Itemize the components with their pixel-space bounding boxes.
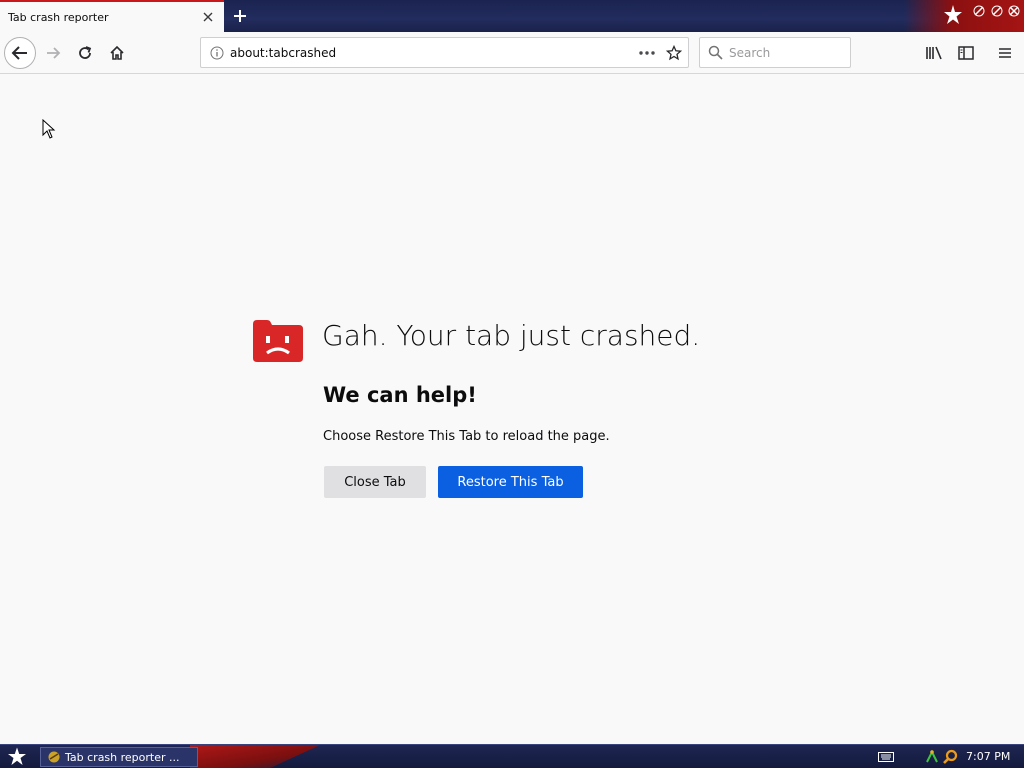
forward-button[interactable] bbox=[37, 37, 69, 69]
tab-title: Tab crash reporter bbox=[8, 10, 109, 24]
mouse-cursor-icon bbox=[42, 119, 56, 139]
help-description: Choose Restore This Tab to reload the pa… bbox=[323, 429, 610, 444]
menu-icon bbox=[999, 48, 1011, 58]
search-icon bbox=[708, 45, 723, 60]
info-icon[interactable] bbox=[210, 46, 224, 60]
tab-strip: Tab crash reporter bbox=[0, 0, 1024, 32]
sidebar-button[interactable] bbox=[950, 37, 982, 69]
start-star-icon[interactable] bbox=[6, 747, 28, 767]
search-input[interactable]: Search bbox=[729, 46, 770, 60]
url-text[interactable]: about:tabcrashed bbox=[230, 46, 638, 60]
reload-button[interactable] bbox=[69, 37, 101, 69]
sad-tab-icon bbox=[253, 320, 303, 362]
bookmark-star-icon[interactable] bbox=[666, 44, 682, 61]
page-title: Gah. Your tab just crashed. bbox=[322, 319, 701, 352]
window-close-icon[interactable] bbox=[1007, 4, 1021, 18]
maximize-icon[interactable] bbox=[990, 4, 1004, 18]
taskbar-decoration bbox=[190, 745, 320, 768]
library-icon bbox=[926, 46, 942, 60]
menu-button[interactable] bbox=[989, 37, 1021, 69]
window-star-icon bbox=[944, 5, 962, 24]
back-arrow-icon bbox=[11, 46, 27, 60]
library-button[interactable] bbox=[918, 37, 950, 69]
help-heading: We can help! bbox=[323, 383, 477, 407]
home-button[interactable] bbox=[101, 37, 133, 69]
search-tray-icon[interactable] bbox=[942, 749, 958, 765]
clock: 7:07 PM bbox=[966, 750, 1011, 763]
minimize-icon[interactable] bbox=[972, 4, 986, 18]
search-bar[interactable]: Search bbox=[699, 37, 851, 68]
crash-page: Gah. Your tab just crashed. We can help!… bbox=[0, 75, 1024, 744]
taskbar: Tab crash reporter ... 7:07 PM bbox=[0, 744, 1024, 768]
close-tab-button[interactable]: Close Tab bbox=[324, 466, 426, 498]
plus-icon bbox=[234, 10, 246, 22]
taskbar-item-label: Tab crash reporter ... bbox=[65, 750, 180, 764]
back-button[interactable] bbox=[4, 37, 36, 69]
titlebar-decoration bbox=[904, 0, 1024, 32]
network-icon[interactable] bbox=[924, 749, 940, 765]
close-tab-icon[interactable] bbox=[198, 7, 218, 27]
app-icon bbox=[48, 751, 60, 763]
reload-icon bbox=[79, 46, 92, 59]
url-bar[interactable]: about:tabcrashed bbox=[200, 37, 689, 68]
home-icon bbox=[110, 45, 124, 60]
forward-arrow-icon bbox=[47, 47, 61, 59]
tab-active[interactable]: Tab crash reporter bbox=[0, 0, 224, 32]
new-tab-button[interactable] bbox=[228, 4, 252, 28]
restore-tab-button[interactable]: Restore This Tab bbox=[438, 466, 583, 498]
more-dots-icon[interactable] bbox=[638, 50, 656, 56]
taskbar-item[interactable]: Tab crash reporter ... bbox=[40, 747, 198, 767]
navigation-toolbar: about:tabcrashed Search bbox=[0, 32, 1024, 74]
keyboard-icon[interactable] bbox=[878, 752, 894, 762]
sidebar-icon bbox=[958, 46, 974, 60]
